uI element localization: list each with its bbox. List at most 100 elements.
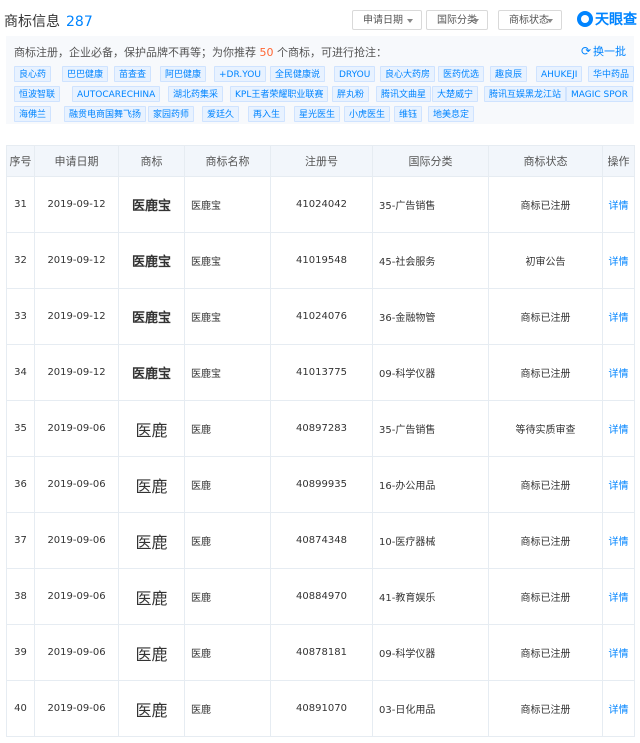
recommend-tag[interactable]: 大楚威宁 bbox=[432, 86, 479, 102]
detail-link[interactable]: 详情 bbox=[602, 400, 635, 457]
cell-intl-class: 35-广告销售 bbox=[372, 176, 489, 233]
cell-reg-no: 40874348 bbox=[270, 512, 373, 569]
col-header-reg-no: 注册号 bbox=[270, 145, 373, 177]
cell-intl-class: 36-金融物管 bbox=[372, 288, 489, 345]
cell-reg-no: 40899935 bbox=[270, 456, 373, 513]
recommend-tag[interactable]: 地美息定 bbox=[428, 106, 475, 122]
cell-reg-no: 41019548 bbox=[270, 232, 373, 289]
recommend-tag[interactable]: 湖北药集采 bbox=[168, 86, 224, 102]
recommend-tag[interactable]: 恒波智联 bbox=[14, 86, 61, 102]
cell-intl-class: 09-科学仪器 bbox=[372, 344, 489, 401]
recommend-tag[interactable]: 腾讯文曲星 bbox=[376, 86, 432, 102]
col-header-mark-name: 商标名称 bbox=[184, 145, 271, 177]
logo-eye-icon bbox=[577, 11, 593, 27]
table-row: 38 2019-09-06 医鹿 医鹿 40884970 41-教育娱乐 商标已… bbox=[6, 568, 635, 625]
recommend-tag[interactable]: 医药优选 bbox=[438, 66, 485, 82]
table-row: 37 2019-09-06 医鹿 医鹿 40874348 10-医疗器械 商标已… bbox=[6, 512, 635, 569]
cell-status: 商标已注册 bbox=[488, 288, 603, 345]
recommend-tag[interactable]: 良心药 bbox=[14, 66, 52, 82]
cell-index: 32 bbox=[6, 232, 35, 289]
tianyancha-logo: 天眼查 bbox=[577, 9, 637, 29]
detail-link[interactable]: 详情 bbox=[602, 624, 635, 681]
recommend-tag[interactable]: 腾讯互娱黑龙江站 bbox=[484, 86, 567, 102]
cell-mark-image: 医鹿 bbox=[118, 456, 185, 513]
recommend-tag[interactable]: DRYOU bbox=[334, 66, 376, 82]
detail-link[interactable]: 详情 bbox=[602, 512, 635, 569]
recommend-tag[interactable]: AHUKEJI bbox=[536, 66, 583, 82]
cell-status: 商标已注册 bbox=[488, 344, 603, 401]
recommend-tag[interactable]: 胖丸粉 bbox=[332, 86, 370, 102]
cell-mark-name: 医鹿 bbox=[184, 512, 271, 569]
recommend-tag[interactable]: 全民健康说 bbox=[270, 66, 326, 82]
cell-apply-date: 2019-09-12 bbox=[34, 288, 119, 345]
recommend-tag[interactable]: +DR.YOU bbox=[214, 66, 266, 82]
recommend-tag[interactable]: MAGIC SPOR bbox=[566, 86, 634, 102]
filter-apply-date-label: 申请日期 bbox=[363, 15, 403, 26]
table-row: 39 2019-09-06 医鹿 医鹿 40878181 09-科学仪器 商标已… bbox=[6, 624, 635, 681]
detail-link[interactable]: 详情 bbox=[602, 232, 635, 289]
detail-link[interactable]: 详情 bbox=[602, 568, 635, 625]
recommend-tag[interactable]: 维钰 bbox=[394, 106, 423, 122]
table-row: 32 2019-09-12 医鹿宝 医鹿宝 41019548 45-社会服务 初… bbox=[6, 232, 635, 289]
recommend-tag[interactable]: 再入生 bbox=[248, 106, 286, 122]
table-row: 33 2019-09-12 医鹿宝 医鹿宝 41024076 36-金融物管 商… bbox=[6, 288, 635, 345]
filter-intl-class[interactable]: 国际分类 bbox=[426, 10, 488, 30]
cell-mark-image: 医鹿 bbox=[118, 400, 185, 457]
recommend-tag[interactable]: 星光医生 bbox=[294, 106, 341, 122]
trademark-count: 287 bbox=[66, 14, 93, 30]
cell-mark-image: 医鹿宝 bbox=[118, 344, 185, 401]
cell-intl-class: 10-医疗器械 bbox=[372, 512, 489, 569]
recommend-tag[interactable]: 海佛兰 bbox=[14, 106, 52, 122]
cell-mark-name: 医鹿 bbox=[184, 568, 271, 625]
recommend-tag[interactable]: 小虎医生 bbox=[344, 106, 391, 122]
cell-mark-image: 医鹿 bbox=[118, 568, 185, 625]
cell-reg-no: 41013775 bbox=[270, 344, 373, 401]
recommend-tag[interactable]: 家园药师 bbox=[148, 106, 195, 122]
cell-reg-no: 41024076 bbox=[270, 288, 373, 345]
recommend-tag[interactable]: 趣良辰 bbox=[490, 66, 528, 82]
chevron-down-icon bbox=[473, 19, 479, 23]
recommend-tag[interactable]: 华中药品 bbox=[588, 66, 635, 82]
filter-status[interactable]: 商标状态 bbox=[498, 10, 562, 30]
recommend-tag[interactable]: 巴巴健康 bbox=[62, 66, 109, 82]
cell-mark-image: 医鹿 bbox=[118, 624, 185, 681]
filter-apply-date[interactable]: 申请日期 bbox=[352, 10, 422, 30]
cell-mark-name: 医鹿 bbox=[184, 680, 271, 737]
recommend-text-suffix: 个商标，可进行抢注： bbox=[277, 46, 387, 59]
cell-status: 商标已注册 bbox=[488, 680, 603, 737]
recommend-tag[interactable]: KPL王者荣耀职业联赛 bbox=[230, 86, 329, 102]
table-row: 34 2019-09-12 医鹿宝 医鹿宝 41013775 09-科学仪器 商… bbox=[6, 344, 635, 401]
recommend-tag[interactable]: 阿巴健康 bbox=[160, 66, 207, 82]
cell-apply-date: 2019-09-06 bbox=[34, 512, 119, 569]
recommend-panel: 商标注册，企业必备，保护品牌不再等；为你推荐 50 个商标，可进行抢注： ⟳ 换一… bbox=[6, 36, 635, 124]
recommend-tag[interactable]: 苗查查 bbox=[114, 66, 152, 82]
detail-link[interactable]: 详情 bbox=[602, 456, 635, 513]
detail-link[interactable]: 详情 bbox=[602, 176, 635, 233]
detail-link[interactable]: 详情 bbox=[602, 288, 635, 345]
recommend-tag[interactable]: 良心大药房 bbox=[380, 66, 436, 82]
cell-apply-date: 2019-09-12 bbox=[34, 344, 119, 401]
cell-status: 商标已注册 bbox=[488, 568, 603, 625]
cell-status: 等待实质审查 bbox=[488, 400, 603, 457]
refresh-label: 换一批 bbox=[593, 45, 626, 58]
filter-intl-class-label: 国际分类 bbox=[437, 15, 477, 26]
cell-mark-name: 医鹿 bbox=[184, 456, 271, 513]
cell-intl-class: 03-日化用品 bbox=[372, 680, 489, 737]
cell-mark-name: 医鹿 bbox=[184, 400, 271, 457]
recommend-tag[interactable]: 爱廷久 bbox=[202, 106, 240, 122]
recommend-text: 商标注册，企业必备，保护品牌不再等；为你推荐 50 个商标，可进行抢注： bbox=[14, 44, 387, 60]
detail-link[interactable]: 详情 bbox=[602, 344, 635, 401]
recommend-tag[interactable]: AUTOCARECHINA bbox=[72, 86, 161, 102]
cell-mark-name: 医鹿宝 bbox=[184, 344, 271, 401]
refresh-button[interactable]: ⟳ 换一批 bbox=[581, 43, 626, 59]
chevron-down-icon bbox=[407, 19, 413, 23]
cell-mark-image: 医鹿 bbox=[118, 680, 185, 737]
recommend-tag[interactable]: 融贯电商国舞飞扬 bbox=[64, 106, 147, 122]
cell-status: 商标已注册 bbox=[488, 456, 603, 513]
detail-link[interactable]: 详情 bbox=[602, 680, 635, 737]
cell-apply-date: 2019-09-06 bbox=[34, 680, 119, 737]
cell-apply-date: 2019-09-12 bbox=[34, 176, 119, 233]
cell-mark-image: 医鹿 bbox=[118, 512, 185, 569]
cell-apply-date: 2019-09-06 bbox=[34, 456, 119, 513]
cell-mark-image: 医鹿宝 bbox=[118, 232, 185, 289]
